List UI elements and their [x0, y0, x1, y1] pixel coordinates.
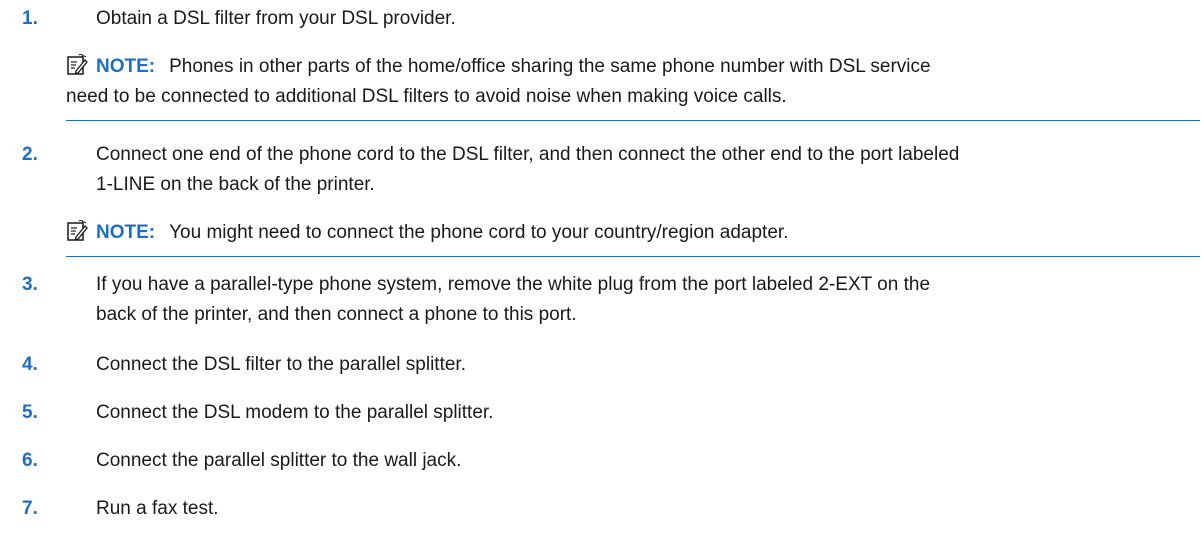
- step-text-line: back of the printer, and then connect a …: [96, 304, 577, 325]
- step-text-line: 1-LINE on the back of the printer.: [96, 174, 375, 195]
- note-text: Phones in other parts of the home/office…: [169, 56, 931, 77]
- note-text: You might need to connect the phone cord…: [169, 222, 789, 243]
- note-text-continued: need to be connected to additional DSL f…: [66, 86, 787, 107]
- step-text: Run a fax test.: [96, 498, 219, 519]
- instruction-document: 1. Obtain a DSL filter from your DSL pro…: [0, 0, 1201, 557]
- step-text: Connect the DSL modem to the parallel sp…: [96, 402, 494, 423]
- note-label: NOTE:: [96, 222, 156, 243]
- step-text: Connect the parallel splitter to the wal…: [96, 450, 462, 471]
- note-box-1: NOTE: Phones in other parts of the home/o…: [66, 52, 1200, 121]
- note-label: NOTE:: [96, 56, 156, 77]
- step-number: 6.: [22, 450, 38, 471]
- step-text: Connect one end of the phone cord to the…: [96, 140, 1192, 200]
- note-body: NOTE: Phones in other parts of the home/o…: [66, 52, 1200, 120]
- step-text: Connect the DSL filter to the parallel s…: [96, 354, 466, 375]
- note-box-2: NOTE: You might need to connect the phone…: [66, 218, 1200, 257]
- step-text-line: If you have a parallel-type phone system…: [96, 274, 931, 295]
- step-number: 7.: [22, 498, 38, 519]
- step-text-line: Connect one end of the phone cord to the…: [96, 144, 960, 165]
- step-number: 3.: [22, 274, 38, 295]
- step-number: 4.: [22, 354, 38, 375]
- note-body: NOTE: You might need to connect the phone…: [66, 218, 1200, 256]
- step-number: 2.: [22, 144, 38, 165]
- step-number: 5.: [22, 402, 38, 423]
- step-text: Obtain a DSL filter from your DSL provid…: [96, 8, 456, 29]
- step-text: If you have a parallel-type phone system…: [96, 270, 1192, 330]
- step-number: 1.: [22, 8, 38, 29]
